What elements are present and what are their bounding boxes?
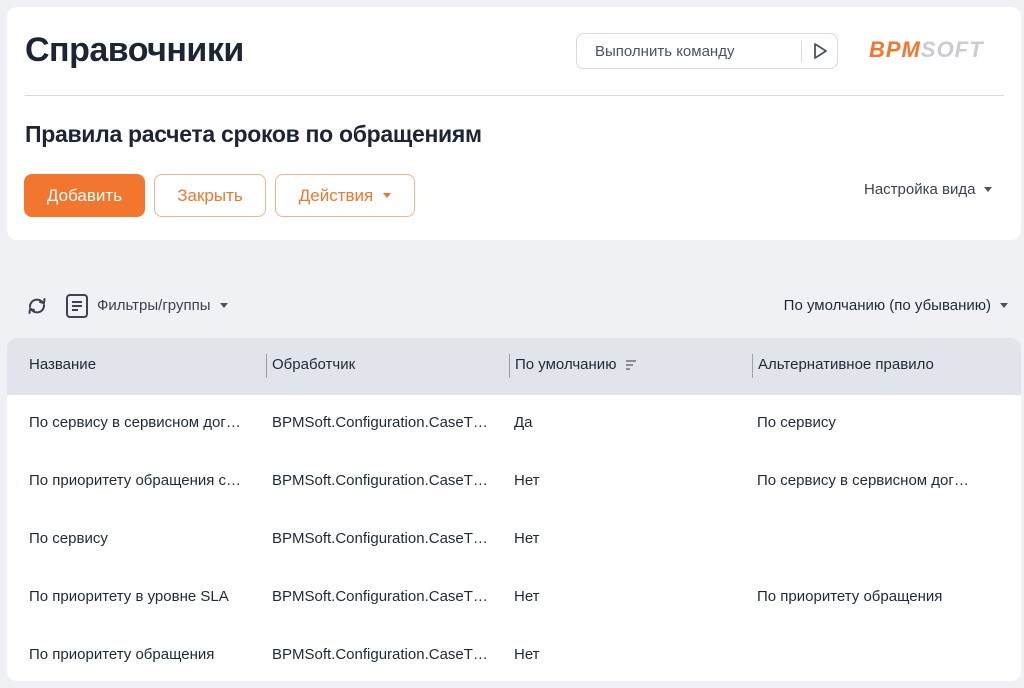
column-header-default-label: По умолчанию	[515, 356, 617, 373]
data-grid: Название Обработчик По умолчанию Альтерн…	[7, 338, 1021, 681]
cell-name: По сервису в сервисном дог…	[29, 414, 241, 431]
view-settings-button[interactable]: Настройка вида	[864, 181, 993, 198]
cell-name: По приоритету в уровне SLA	[29, 588, 229, 605]
command-separator	[801, 40, 802, 62]
chevron-down-icon	[219, 303, 228, 308]
cell-handler: BPMSoft.Configuration.CaseT…	[272, 646, 488, 663]
command-input[interactable]	[577, 34, 799, 68]
list-toolbar: Фильтры/группы По умолчанию (по убыванию…	[0, 290, 1024, 324]
column-header-alt-rule[interactable]: Альтернативное правило	[758, 356, 934, 373]
cell-default: Нет	[514, 472, 540, 489]
cell-alt-rule: По приоритету обращения	[757, 588, 943, 605]
column-header-handler[interactable]: Обработчик	[272, 356, 355, 373]
chevron-down-icon	[1000, 303, 1008, 308]
column-resize-handle[interactable]	[266, 354, 267, 378]
sort-icon	[626, 359, 637, 370]
refresh-button[interactable]	[25, 294, 49, 318]
brand-logo: BPMSOFT	[869, 37, 984, 63]
cell-handler: BPMSoft.Configuration.CaseT…	[272, 588, 488, 605]
cell-handler: BPMSoft.Configuration.CaseT…	[272, 530, 488, 547]
cell-handler: BPMSoft.Configuration.CaseT…	[272, 472, 488, 489]
actions-button[interactable]: Действия	[275, 174, 415, 217]
cell-default: Да	[514, 414, 533, 431]
header-divider	[25, 95, 1004, 96]
cell-default: Нет	[514, 530, 540, 547]
logo-part-bpm: BPM	[869, 37, 921, 62]
section-title: Правила расчета сроков по обращениям	[25, 121, 482, 147]
add-button[interactable]: Добавить	[24, 174, 145, 217]
run-command-button[interactable]	[807, 38, 833, 64]
cell-name: По сервису	[29, 530, 108, 547]
chevron-down-icon	[383, 193, 392, 198]
cell-default: Нет	[514, 588, 540, 605]
table-row[interactable]: По приоритету в уровне SLA BPMSoft.Confi…	[7, 569, 1021, 627]
grid-header: Название Обработчик По умолчанию Альтерн…	[7, 338, 1021, 395]
filters-groups-label: Фильтры/группы	[97, 297, 211, 314]
close-button-label: Закрыть	[177, 185, 243, 205]
cell-handler: BPMSoft.Configuration.CaseT…	[272, 414, 488, 431]
filter-list-icon	[66, 294, 88, 318]
cell-alt-rule: По сервису	[757, 414, 836, 431]
table-row[interactable]: По приоритету обращения с… BPMSoft.Confi…	[7, 453, 1021, 511]
sort-dropdown[interactable]: По умолчанию (по убыванию)	[784, 297, 1008, 314]
table-row[interactable]: По сервису BPMSoft.Configuration.CaseT… …	[7, 511, 1021, 569]
command-bar	[576, 33, 838, 69]
cell-alt-rule: По сервису в сервисном дог…	[757, 472, 969, 489]
view-settings-label: Настройка вида	[864, 181, 976, 198]
play-icon	[814, 43, 827, 59]
cell-name: По приоритету обращения	[29, 646, 215, 663]
close-button[interactable]: Закрыть	[154, 174, 266, 217]
filters-groups-dropdown[interactable]: Фильтры/группы	[97, 297, 228, 314]
actions-button-label: Действия	[298, 185, 374, 205]
column-header-default[interactable]: По умолчанию	[515, 356, 638, 373]
filter-toggle-button[interactable]	[65, 293, 89, 319]
table-row[interactable]: По сервису в сервисном дог… BPMSoft.Conf…	[7, 395, 1021, 453]
chevron-down-icon	[984, 187, 993, 192]
cell-default: Нет	[514, 646, 540, 663]
refresh-icon	[28, 298, 46, 314]
column-header-name[interactable]: Название	[29, 356, 96, 373]
cell-name: По приоритету обращения с…	[29, 472, 242, 489]
logo-part-soft: SOFT	[920, 37, 984, 62]
page-title: Справочники	[25, 31, 244, 69]
column-resize-handle[interactable]	[752, 354, 753, 378]
sort-label: По умолчанию (по убыванию)	[783, 297, 991, 314]
table-row[interactable]: По приоритету обращения BPMSoft.Configur…	[7, 627, 1021, 681]
column-resize-handle[interactable]	[509, 354, 510, 378]
header-card: Справочники BPMSOFT Правила расчета срок…	[7, 7, 1021, 240]
add-button-label: Добавить	[46, 185, 123, 205]
